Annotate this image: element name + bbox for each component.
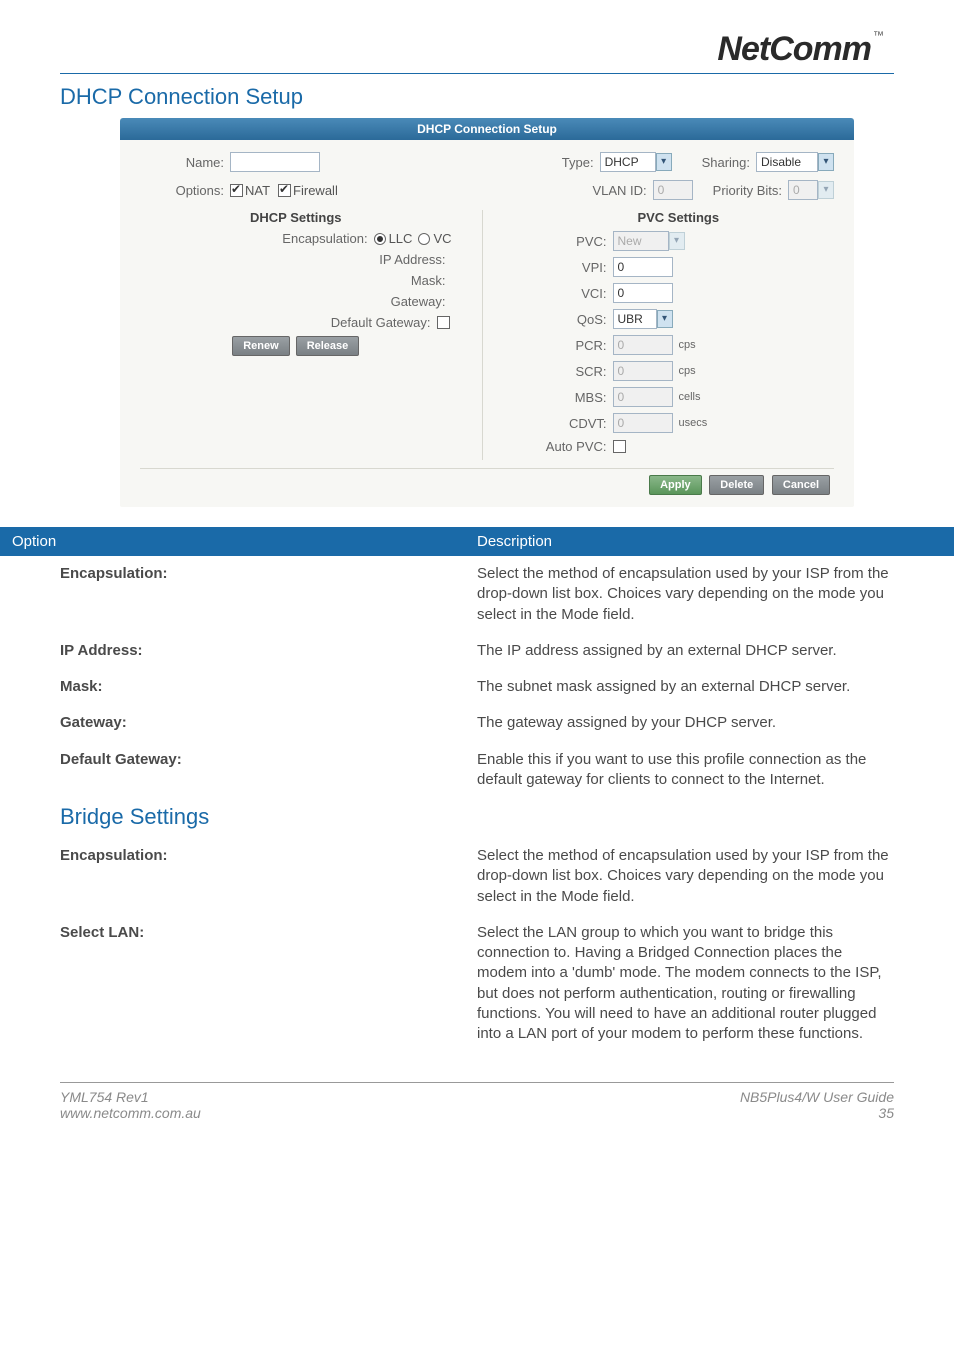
opt-name: IP Address:: [60, 641, 477, 661]
col-description: Description: [477, 533, 942, 550]
footer-url: www.netcomm.com.au: [60, 1105, 201, 1121]
chevron-down-icon[interactable]: ▾: [657, 310, 673, 328]
table-header: Option Description: [0, 527, 954, 556]
encap-llc-radio[interactable]: [374, 233, 386, 245]
cdvt-input[interactable]: [613, 413, 673, 433]
pcr-unit: cps: [679, 339, 696, 351]
opt-desc: Select the method of encapsulation used …: [477, 564, 894, 625]
brand-logo: NetComm™: [60, 30, 894, 69]
chevron-down-icon[interactable]: ▾: [656, 153, 672, 171]
type-select[interactable]: DHCP: [600, 152, 656, 172]
type-label: Type:: [540, 155, 600, 170]
opt-desc: The IP address assigned by an external D…: [477, 641, 894, 661]
opt-desc: The gateway assigned by your DHCP server…: [477, 713, 894, 733]
footer-guide: NB5Plus4/W User Guide: [740, 1089, 894, 1105]
section-title: DHCP Connection Setup: [60, 84, 894, 110]
opt-name: Default Gateway:: [60, 750, 477, 791]
vlan-label: VLAN ID:: [592, 183, 652, 198]
apply-button[interactable]: Apply: [649, 475, 702, 495]
mbs-input[interactable]: [613, 387, 673, 407]
prio-select[interactable]: 0: [788, 180, 818, 200]
table-row: Encapsulation: Select the method of enca…: [60, 556, 894, 633]
table-row: Select LAN: Select the LAN group to whic…: [60, 915, 894, 1053]
opt-desc: The subnet mask assigned by an external …: [477, 677, 894, 697]
mbs-unit: cells: [679, 391, 701, 403]
options-label: Options:: [140, 183, 230, 198]
vlan-input[interactable]: [653, 180, 693, 200]
autopvc-checkbox[interactable]: [613, 440, 626, 453]
defgw-checkbox[interactable]: [437, 316, 450, 329]
opt-desc: Select the LAN group to which you want t…: [477, 923, 894, 1045]
divider: [60, 73, 894, 74]
encap-vc-label: VC: [433, 231, 451, 246]
gw-label: Gateway:: [391, 294, 452, 309]
dhcp-settings-head: DHCP Settings: [140, 210, 452, 225]
opt-desc: Enable this if you want to use this prof…: [477, 750, 894, 791]
qos-select[interactable]: UBR: [613, 309, 657, 329]
firewall-checkbox[interactable]: [278, 184, 291, 197]
brand-name: NetComm: [717, 30, 871, 68]
pvc-label: PVC:: [523, 234, 613, 249]
qos-label: QoS:: [523, 312, 613, 327]
delete-button[interactable]: Delete: [709, 475, 764, 495]
firewall-label: Firewall: [293, 183, 338, 198]
pcr-input[interactable]: [613, 335, 673, 355]
cdvt-unit: usecs: [679, 417, 708, 429]
sharing-label: Sharing:: [702, 155, 756, 170]
col-option: Option: [12, 533, 477, 550]
mbs-label: MBS:: [523, 390, 613, 405]
vci-label: VCI:: [523, 286, 613, 301]
defgw-label: Default Gateway:: [331, 315, 437, 330]
table-row: Mask: The subnet mask assigned by an ext…: [60, 669, 894, 705]
scr-unit: cps: [679, 365, 696, 377]
sharing-select[interactable]: Disable: [756, 152, 818, 172]
nat-checkbox[interactable]: [230, 184, 243, 197]
chevron-down-icon: ▾: [669, 232, 685, 250]
opt-name: Encapsulation:: [60, 846, 477, 907]
chevron-down-icon: ▾: [818, 181, 834, 199]
table-row: Default Gateway: Enable this if you want…: [60, 742, 894, 799]
footer-rev: YML754 Rev1: [60, 1089, 201, 1105]
vpi-label: VPI:: [523, 260, 613, 275]
pvc-select[interactable]: New: [613, 231, 669, 251]
ip-label: IP Address:: [379, 252, 451, 267]
scr-input[interactable]: [613, 361, 673, 381]
prio-label: Priority Bits:: [713, 183, 788, 198]
trademark: ™: [873, 30, 884, 42]
opt-name: Gateway:: [60, 713, 477, 733]
mask-label: Mask:: [411, 273, 452, 288]
name-label: Name:: [140, 155, 230, 170]
opt-name: Select LAN:: [60, 923, 477, 1045]
page-footer: YML754 Rev1 www.netcomm.com.au NB5Plus4/…: [60, 1082, 894, 1141]
chevron-down-icon[interactable]: ▾: [818, 153, 834, 171]
opt-name: Encapsulation:: [60, 564, 477, 625]
nat-label: NAT: [245, 183, 270, 198]
table-row: IP Address: The IP address assigned by a…: [60, 633, 894, 669]
dhcp-panel: DHCP Connection Setup Name: Type: DHCP▾ …: [120, 118, 854, 507]
bridge-title: Bridge Settings: [60, 804, 894, 830]
vpi-input[interactable]: [613, 257, 673, 277]
table-row: Encapsulation: Select the method of enca…: [60, 838, 894, 915]
panel-title: DHCP Connection Setup: [120, 118, 854, 140]
encap-label: Encapsulation:: [282, 231, 373, 246]
release-button[interactable]: Release: [296, 336, 360, 356]
pcr-label: PCR:: [523, 338, 613, 353]
cdvt-label: CDVT:: [523, 416, 613, 431]
cancel-button[interactable]: Cancel: [772, 475, 830, 495]
pvc-settings-head: PVC Settings: [523, 210, 835, 225]
vci-input[interactable]: [613, 283, 673, 303]
opt-desc: Select the method of encapsulation used …: [477, 846, 894, 907]
renew-button[interactable]: Renew: [232, 336, 289, 356]
encap-vc-radio[interactable]: [418, 233, 430, 245]
footer-page: 35: [740, 1105, 894, 1121]
table-row: Gateway: The gateway assigned by your DH…: [60, 705, 894, 741]
scr-label: SCR:: [523, 364, 613, 379]
autopvc-label: Auto PVC:: [523, 439, 613, 454]
opt-name: Mask:: [60, 677, 477, 697]
name-input[interactable]: [230, 152, 320, 172]
encap-llc-label: LLC: [389, 231, 413, 246]
